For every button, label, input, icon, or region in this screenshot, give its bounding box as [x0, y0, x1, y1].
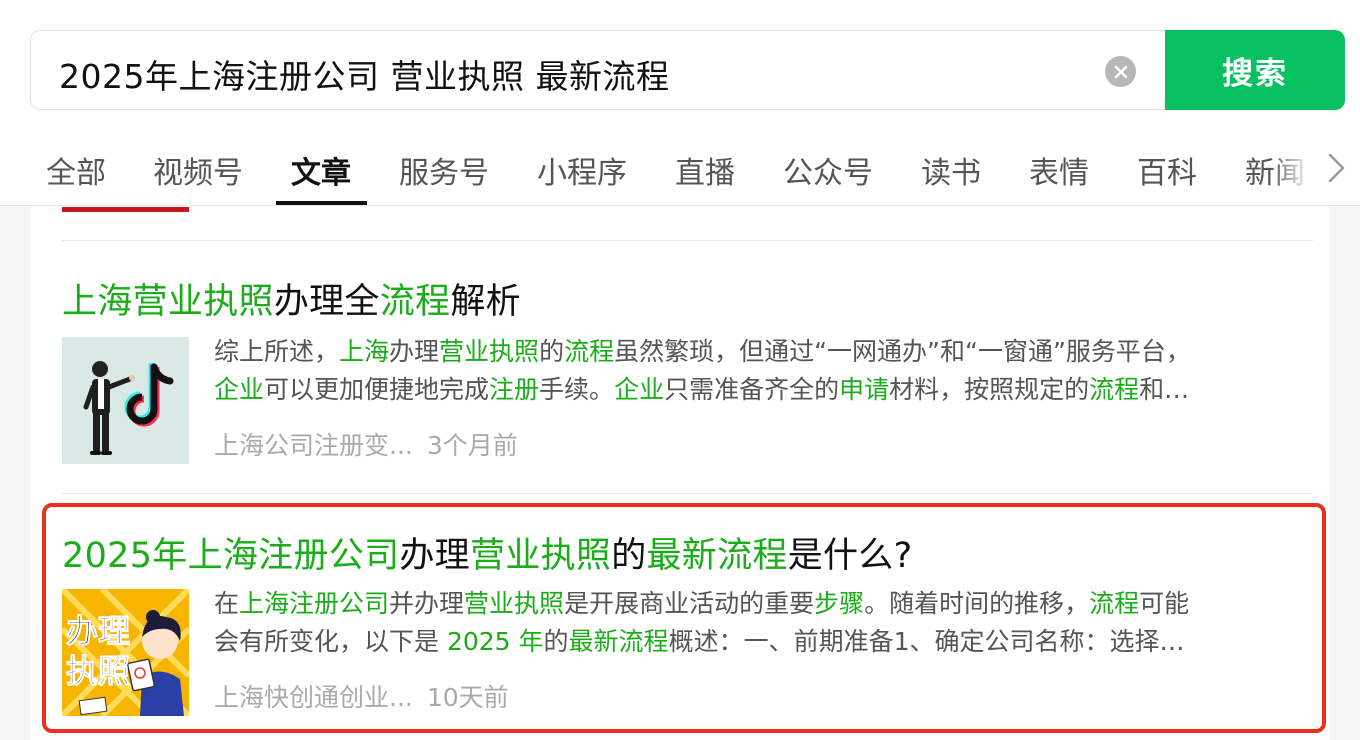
result-title[interactable]: 上海营业执照办理全流程解析	[62, 273, 521, 324]
result-snippet: 综上所述，上海办理营业执照的流程虽然繁琐，但通过“一网通办”和“一窗通”服务平台…	[214, 333, 1314, 409]
search-button[interactable]: 搜索	[1165, 30, 1345, 110]
snippet-text: 的	[539, 337, 565, 366]
snippet-highlight: 上海	[339, 337, 390, 366]
tab-stickers[interactable]: 表情	[1029, 148, 1089, 192]
result-time: 3个月前	[426, 431, 518, 460]
snippet-line: 企业可以更加便捷地完成注册手续。企业只需准备齐全的申请材料，按照规定的流程和…	[214, 371, 1314, 409]
title-highlight: 流程	[379, 282, 451, 322]
snippet-text: 材料，按照规定的	[889, 375, 1090, 404]
chevron-right-icon[interactable]	[1322, 150, 1352, 186]
snippet-highlight: 企业	[614, 375, 665, 404]
result-divider	[62, 240, 1313, 241]
snippet-highlight: 申请	[839, 375, 890, 404]
previous-result-thumb-edge	[62, 207, 189, 212]
snippet-text: 办理	[389, 337, 440, 366]
title-text: 解析	[450, 282, 521, 322]
tab-encyclopedia[interactable]: 百科	[1137, 148, 1197, 192]
snippet-highlight: 注册	[489, 375, 540, 404]
snippet-text: 只需准备齐全的	[664, 375, 840, 404]
tab-official-accounts[interactable]: 公众号	[783, 148, 873, 192]
snippet-highlight: 营业执照	[439, 337, 540, 366]
snippet-highlight: 流程	[564, 337, 615, 366]
snippet-highlight: 流程	[1089, 375, 1140, 404]
snippet-line: 综上所述，上海办理营业执照的流程虽然繁琐，但通过“一网通办”和“一窗通”服务平台…	[214, 333, 1314, 371]
result-thumbnail[interactable]	[62, 337, 189, 464]
result-source[interactable]: 上海公司注册变...	[214, 431, 413, 460]
tab-live[interactable]: 直播	[675, 148, 735, 192]
tab-service-accounts[interactable]: 服务号	[399, 148, 489, 192]
active-tab-indicator	[276, 201, 367, 205]
snippet-text: 和…	[1139, 375, 1190, 404]
tab-channels[interactable]: 视频号	[153, 148, 243, 192]
tab-books[interactable]: 读书	[921, 148, 981, 192]
category-tabs: 全部 视频号 文章 服务号 小程序 直播 公众号 读书 表情 百科 新闻	[0, 128, 1360, 206]
snippet-text: 综上所述，	[214, 337, 340, 366]
clear-icon[interactable]	[1105, 56, 1136, 87]
search-input[interactable]: 2025年上海注册公司 营业执照 最新流程	[59, 50, 669, 98]
result-divider	[62, 493, 1313, 494]
snippet-text: 手续。	[539, 375, 615, 404]
snippet-text: 可以更加便捷地完成	[264, 375, 490, 404]
result-meta: 上海公司注册变... 3个月前	[214, 426, 518, 462]
search-bar: 2025年上海注册公司 营业执照 最新流程 搜索	[30, 30, 1345, 110]
tab-articles[interactable]: 文章	[291, 148, 351, 192]
tab-all[interactable]: 全部	[46, 148, 106, 192]
tab-mini-programs[interactable]: 小程序	[537, 148, 627, 192]
search-input-box[interactable]: 2025年上海注册公司 营业执照 最新流程	[30, 30, 1170, 110]
tiktok-logo-icon	[62, 337, 189, 464]
snippet-highlight: 企业	[214, 375, 265, 404]
annotation-highlight-box	[42, 503, 1326, 733]
snippet-text: 虽然繁琐，但通过“一网通办”和“一窗通”服务平台，	[614, 337, 1191, 366]
title-text: 办理全	[273, 282, 380, 322]
title-highlight: 上海营业执照	[62, 282, 274, 322]
